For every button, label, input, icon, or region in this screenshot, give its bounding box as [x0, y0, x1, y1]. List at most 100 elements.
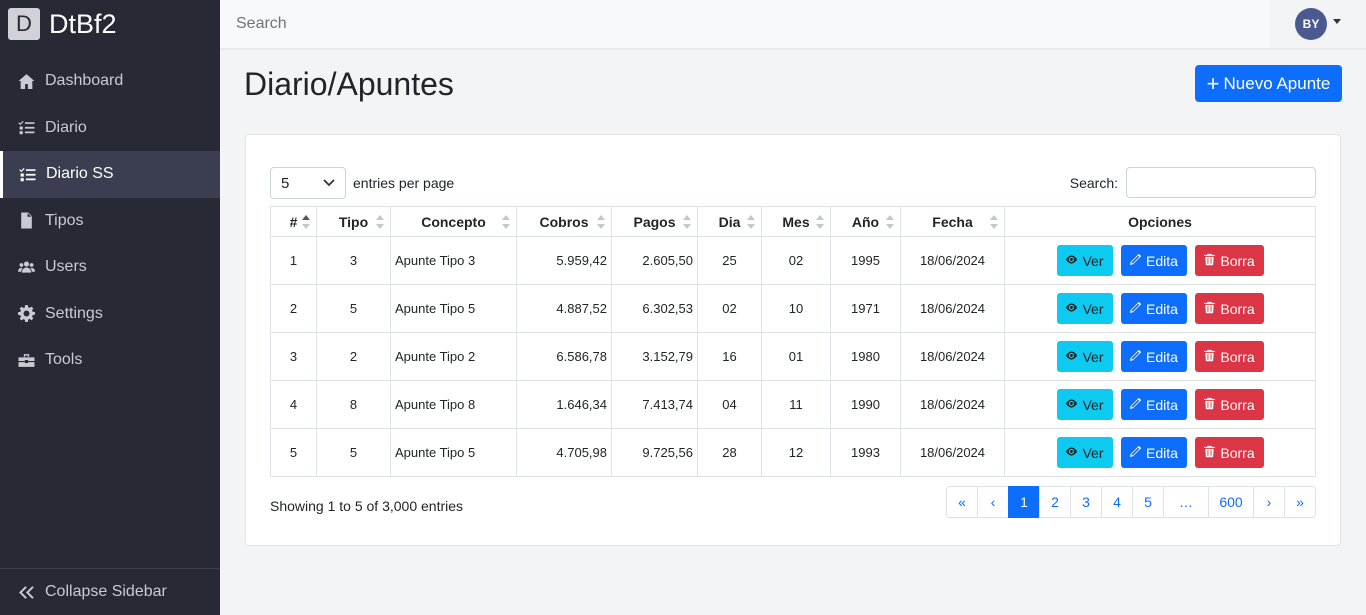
pencil-icon [1129, 445, 1146, 461]
table-cell: 02 [697, 284, 762, 333]
table-row: 1 3 Apunte Tipo 3 5.959,42 2.605,50 25 02 1995 1… [270, 236, 1316, 285]
table-search-input[interactable] [1126, 167, 1316, 198]
col-header-fecha[interactable]: Fecha [900, 206, 1005, 237]
table-cell: 18/06/2024 [900, 236, 1005, 285]
table-cell-actions: Ver Edita Borra [1004, 284, 1316, 333]
view-button[interactable]: Ver [1056, 389, 1113, 420]
table-cell-actions: Ver Edita Borra [1004, 236, 1316, 285]
avatar[interactable]: BY [1295, 8, 1327, 40]
view-button[interactable]: Ver [1056, 437, 1113, 468]
edit-button[interactable]: Edita [1120, 245, 1187, 276]
trash-icon [1203, 397, 1220, 413]
table-cell: 3 [270, 332, 317, 381]
page-link[interactable]: ‹ [977, 486, 1009, 518]
page-link[interactable]: 5 [1132, 486, 1164, 518]
sidebar-item-tools[interactable]: Tools [0, 337, 220, 384]
page-link[interactable]: › [1253, 486, 1285, 518]
sidebar-item-label: Tools [45, 351, 83, 369]
brand[interactable]: D DtBf2 [0, 0, 220, 48]
page-link[interactable]: 3 [1070, 486, 1102, 518]
col-header-cobros[interactable]: Cobros [516, 206, 612, 237]
collapse-label: Collapse Sidebar [45, 583, 167, 600]
entries-per-page-select[interactable]: 5 [270, 167, 346, 199]
page-link[interactable]: » [1284, 486, 1316, 518]
table-cell: 18/06/2024 [900, 284, 1005, 333]
sidebar-item-diario-ss[interactable]: Diario SS [0, 151, 220, 198]
page-link[interactable]: « [946, 486, 978, 518]
delete-button[interactable]: Borra [1194, 245, 1264, 276]
table-cell-actions: Ver Edita Borra [1004, 332, 1316, 381]
eye-icon [1065, 253, 1082, 269]
table-cell: Apunte Tipo 5 [390, 284, 517, 333]
table-cell: 18/06/2024 [900, 428, 1005, 477]
delete-button[interactable]: Borra [1194, 341, 1264, 372]
table-cell: 5 [270, 428, 317, 477]
delete-button[interactable]: Borra [1194, 437, 1264, 468]
table-cell: 02 [761, 236, 831, 285]
search-label: Search: [1069, 174, 1118, 191]
datatable-card: 5 entries per page Search: # Tipo Concep… [245, 134, 1341, 546]
table-cell: 25 [697, 236, 762, 285]
table-cell-actions: Ver Edita Borra [1004, 380, 1316, 429]
table-cell: 18/06/2024 [900, 332, 1005, 381]
page-link[interactable]: 4 [1101, 486, 1133, 518]
col-header-mes[interactable]: Mes [761, 206, 831, 237]
edit-button[interactable]: Edita [1120, 437, 1187, 468]
new-entry-button[interactable]: + Nuevo Apunte [1195, 65, 1342, 102]
table-cell: Apunte Tipo 3 [390, 236, 517, 285]
page-link[interactable]: 1 [1008, 486, 1040, 518]
table-cell: 5 [316, 428, 391, 477]
edit-button[interactable]: Edita [1120, 389, 1187, 420]
per-page-label: entries per page [353, 175, 455, 191]
table-cell: 1993 [830, 428, 901, 477]
col-header-pagos[interactable]: Pagos [611, 206, 698, 237]
page-link[interactable]: … [1163, 486, 1209, 518]
eye-icon [1065, 349, 1082, 365]
page-link[interactable]: 600 [1208, 486, 1254, 518]
delete-button[interactable]: Borra [1194, 293, 1264, 324]
view-button[interactable]: Ver [1056, 245, 1113, 276]
plus-icon: + [1206, 70, 1220, 96]
table-cell: 3 [316, 236, 391, 285]
col-header-dia[interactable]: Dia [697, 206, 762, 237]
table-cell: 2 [270, 284, 317, 333]
sidebar-item-diario[interactable]: Diario [0, 105, 220, 152]
table-cell: 1995 [830, 236, 901, 285]
sidebar-item-label: Diario [45, 118, 87, 136]
sidebar-item-settings[interactable]: Settings [0, 291, 220, 338]
table-info: Showing 1 to 5 of 3,000 entries [270, 498, 464, 514]
sort-icon [302, 215, 310, 229]
home-icon [16, 71, 36, 91]
col-header-concepto[interactable]: Concepto [390, 206, 517, 237]
global-search-input[interactable] [220, 0, 1270, 48]
collapse-sidebar-button[interactable]: Collapse Sidebar [0, 568, 220, 615]
table-cell: 6.302,53 [611, 284, 698, 333]
table-row: 4 8 Apunte Tipo 8 1.646,34 7.413,74 04 11 1990 1… [270, 380, 1316, 429]
caret-down-icon[interactable] [1333, 18, 1341, 24]
table-cell: 04 [697, 380, 762, 429]
edit-button[interactable]: Edita [1120, 341, 1187, 372]
pencil-icon [1129, 301, 1146, 317]
table-cell: 1971 [830, 284, 901, 333]
table-cell: 1990 [830, 380, 901, 429]
sidebar-item-dashboard[interactable]: Dashboard [0, 58, 220, 105]
sidebar-item-users[interactable]: Users [0, 244, 220, 291]
sidebar-nav: Dashboard Diario Diario SS Tipos Users S… [0, 58, 220, 384]
page-link[interactable]: 2 [1039, 486, 1071, 518]
sidebar-item-tipos[interactable]: Tipos [0, 198, 220, 245]
trash-icon [1203, 349, 1220, 365]
table-row: 5 5 Apunte Tipo 5 4.705,98 9.725,56 28 12 1993 1… [270, 428, 1316, 477]
table-cell: 1 [270, 236, 317, 285]
view-button[interactable]: Ver [1056, 341, 1113, 372]
delete-button[interactable]: Borra [1194, 389, 1264, 420]
table-cell: Apunte Tipo 8 [390, 380, 517, 429]
col-header-tipo[interactable]: Tipo [316, 206, 391, 237]
user-menu[interactable]: BY [1270, 0, 1366, 48]
edit-button[interactable]: Edita [1120, 293, 1187, 324]
col-header-ano[interactable]: Año [830, 206, 901, 237]
view-button[interactable]: Ver [1056, 293, 1113, 324]
col-header-id[interactable]: # [270, 206, 317, 237]
sort-icon [683, 215, 691, 229]
table-cell: 6.586,78 [516, 332, 612, 381]
table-cell: 2 [316, 332, 391, 381]
